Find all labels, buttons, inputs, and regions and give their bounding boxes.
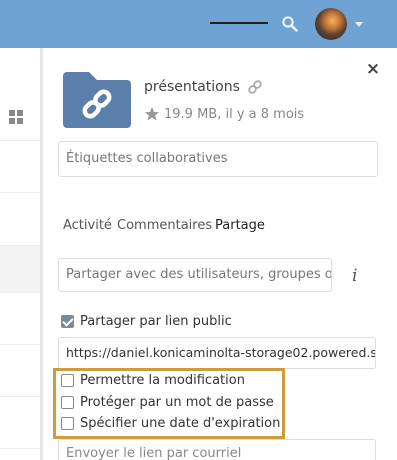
expiration-date-label: Spécifier une date d'expiration <box>80 416 281 431</box>
row-divider <box>0 344 42 345</box>
allow-editing-label: Permettre la modification <box>80 373 245 388</box>
row-divider <box>0 292 42 293</box>
password-protect-label: Protéger par un mot de passe <box>80 395 274 410</box>
caret-down-icon[interactable] <box>355 22 363 27</box>
search-icon[interactable] <box>281 15 299 33</box>
tab-comments[interactable]: Commentaires <box>117 218 212 233</box>
shared-folder-link-icon <box>63 72 131 128</box>
allow-editing-checkbox[interactable] <box>61 374 74 387</box>
tab-activity[interactable]: Activité <box>63 218 112 233</box>
expiration-date-checkbox[interactable] <box>61 417 74 430</box>
star-icon[interactable] <box>144 106 160 122</box>
link-icon[interactable] <box>247 79 263 95</box>
collaborative-tags-input[interactable]: Étiquettes collaboratives <box>58 141 378 177</box>
share-with-users-input[interactable]: Partager avec des utilisateurs, groupes … <box>58 258 332 292</box>
avatar[interactable] <box>315 8 347 40</box>
info-icon[interactable]: i <box>352 266 357 286</box>
file-row-selected[interactable] <box>0 245 42 292</box>
public-link-label: Partager par lien public <box>80 314 232 329</box>
sidebar-divider <box>40 48 43 460</box>
file-name: présentations <box>144 79 240 95</box>
file-size-date: 19.9 MB, il y a 8 mois <box>164 106 305 122</box>
active-tab-indicator <box>210 22 268 24</box>
password-protect-checkbox[interactable] <box>61 396 74 409</box>
public-link-url-field[interactable]: https://daniel.konicaminolta-storage02.p… <box>58 337 376 369</box>
public-link-checkbox[interactable] <box>61 315 74 328</box>
close-icon[interactable]: × <box>364 60 382 78</box>
grid-view-icon[interactable] <box>9 110 23 124</box>
tab-sharing[interactable]: Partage <box>215 218 265 233</box>
email-link-input[interactable]: Envoyer le lien par courriel <box>58 439 376 460</box>
row-divider <box>0 192 42 193</box>
row-divider <box>0 245 42 246</box>
top-header-bar <box>0 0 397 48</box>
row-divider <box>0 396 42 397</box>
file-meta: 19.9 MB, il y a 8 mois <box>144 106 304 122</box>
row-divider <box>0 140 42 141</box>
row-divider <box>0 448 42 449</box>
